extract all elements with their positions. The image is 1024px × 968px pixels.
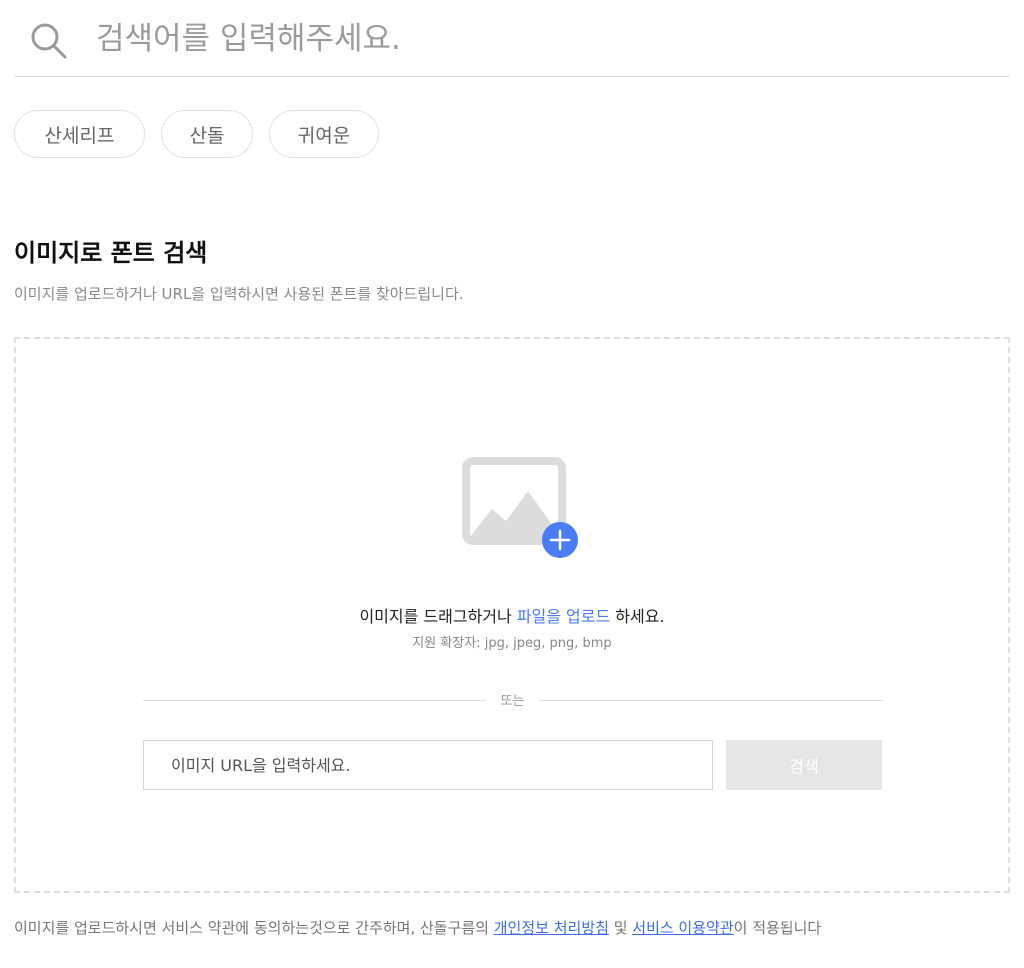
suggestion-chips: 산세리프 산돌 귀여운 [14,110,379,158]
url-search-button[interactable]: 검색 [726,740,882,790]
upload-file-link[interactable]: 파일을 업로드 [517,607,610,626]
footer-suffix: 이 적용됩니다 [733,919,822,937]
footer-prefix: 이미지를 업로드하시면 서비스 약관에 동의하는것으로 간주하며, 산돌구름의 [14,919,494,937]
privacy-policy-link[interactable]: 개인정보 처리방침 [494,919,609,937]
divider-label: 또는 [500,694,525,709]
section-title: 이미지로 폰트 검색 [14,239,208,267]
search-bar [14,0,1010,77]
terms-of-service-link[interactable]: 서비스 이용약관 [632,919,733,937]
image-drop-zone[interactable]: 이미지를 드래그하거나 파일을 업로드 하세요. 지원 확장자: jpg, jp… [14,337,1010,893]
drop-instructions: 이미지를 드래그하거나 파일을 업로드 하세요. [16,603,1008,627]
image-plus-icon [462,457,578,558]
divider-line-left [143,700,486,701]
image-url-input[interactable] [143,740,713,790]
section-description: 이미지를 업로드하거나 URL을 입력하시면 사용된 폰트를 찾아드립니다. [14,285,464,303]
chip-cute[interactable]: 귀여운 [269,110,379,158]
drop-text-suffix: 하세요. [610,607,665,626]
divider-line-right [539,700,883,701]
search-input[interactable] [96,14,976,64]
page: 산세리프 산돌 귀여운 이미지로 폰트 검색 이미지를 업로드하거나 URL을 … [0,0,1024,968]
extensions-hint: 지원 확장자: jpg, jpeg, png, bmp [412,636,612,651]
chip-sans-serif[interactable]: 산세리프 [14,110,145,158]
footer-notice: 이미지를 업로드하시면 서비스 약관에 동의하는것으로 간주하며, 산돌구름의 … [14,917,821,938]
drop-text-prefix: 이미지를 드래그하거나 [359,607,517,626]
chip-sandoll[interactable]: 산돌 [161,110,253,158]
search-icon[interactable] [28,20,68,60]
footer-middle: 및 [608,919,633,937]
